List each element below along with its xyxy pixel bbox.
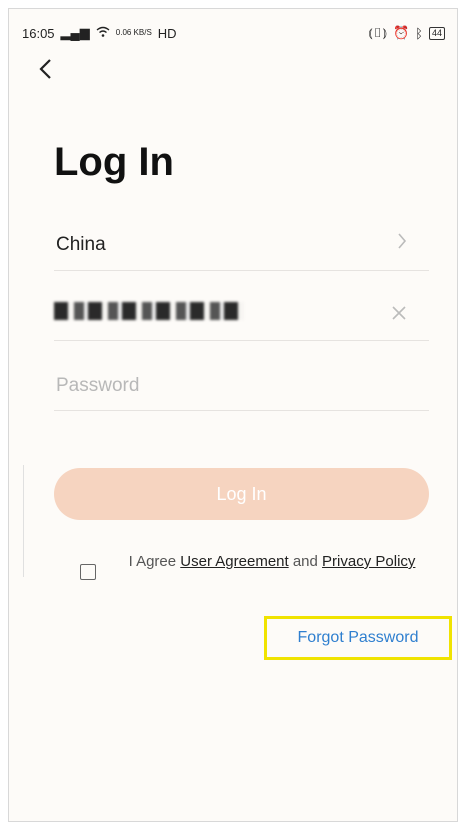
country-value: China bbox=[56, 234, 106, 255]
account-value-blurred bbox=[54, 302, 244, 320]
battery-icon: 44 bbox=[428, 26, 445, 40]
page-title: Log In bbox=[54, 140, 174, 184]
side-edge bbox=[17, 465, 24, 577]
clear-icon[interactable] bbox=[391, 304, 407, 327]
vibrate-icon: ⦅▯⦆ bbox=[368, 25, 387, 40]
country-selector[interactable]: China bbox=[54, 222, 429, 271]
alarm-icon: ⏰ bbox=[392, 25, 410, 40]
net-speed: 0.06 KB/S bbox=[115, 28, 152, 37]
hd-label: HD bbox=[157, 25, 177, 41]
user-agreement-link[interactable]: User Agreement bbox=[180, 553, 288, 570]
forgot-password-link[interactable]: Forgot Password bbox=[264, 616, 452, 660]
status-bar: 16:05 ▂▄▆ 0.06 KB/S HD ⦅▯⦆ ⏰ ᛒ 44 bbox=[22, 22, 445, 44]
account-field[interactable] bbox=[54, 292, 429, 341]
agreement-middle: and bbox=[288, 553, 323, 570]
chevron-right-icon bbox=[397, 232, 407, 256]
privacy-policy-link[interactable]: Privacy Policy bbox=[322, 553, 415, 570]
agreement-prefix: I Agree bbox=[128, 553, 181, 570]
agree-checkbox[interactable] bbox=[80, 564, 96, 580]
back-arrow-icon[interactable] bbox=[36, 56, 62, 82]
status-right: ⦅▯⦆ ⏰ ᛒ 44 bbox=[368, 25, 445, 41]
login-button[interactable]: Log In bbox=[54, 468, 429, 520]
bluetooth-icon: ᛒ bbox=[415, 25, 423, 41]
password-field[interactable]: Password bbox=[54, 362, 429, 411]
status-left: 16:05 ▂▄▆ 0.06 KB/S HD bbox=[22, 25, 177, 41]
agreement-text: I Agree User Agreement and Privacy Polic… bbox=[122, 552, 422, 572]
wifi-icon bbox=[96, 26, 110, 41]
status-time: 16:05 bbox=[22, 25, 55, 41]
password-placeholder: Password bbox=[56, 375, 140, 396]
signal-icon: ▂▄▆ bbox=[60, 25, 90, 40]
phone-screen bbox=[8, 8, 458, 822]
